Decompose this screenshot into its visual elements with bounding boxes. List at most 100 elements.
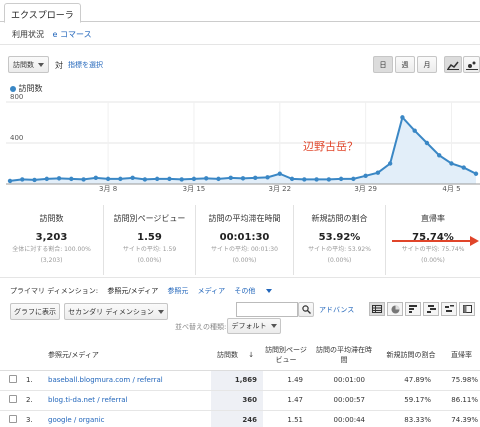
data-point: [302, 177, 307, 182]
divider: [0, 277, 480, 278]
data-point: [253, 175, 258, 181]
data-point: [228, 175, 233, 181]
stat-sub2: (0.00%): [421, 257, 445, 264]
stat-new-visits[interactable]: 新規訪問の割合 53.92% サイトの平均: 53.92% (0.00%): [294, 205, 386, 275]
period-week-button[interactable]: 週: [395, 56, 415, 73]
chevron-down-icon: [157, 309, 164, 314]
row-bounce-rate: 75.98%: [443, 370, 480, 391]
legend-label: 訪問数: [18, 84, 43, 93]
data-point: [338, 176, 344, 182]
header-avg-duration[interactable]: 訪問の平均滞在時間: [309, 340, 379, 371]
stat-sub1: サイトの平均: 00:01:30: [211, 246, 278, 253]
subnav-usage[interactable]: 利用状況: [12, 30, 44, 39]
row-source-link[interactable]: baseball.blogmura.com / referral: [48, 370, 211, 391]
motion-chart-icon[interactable]: [463, 56, 480, 73]
data-point: [216, 176, 221, 182]
table-row: 1. baseball.blogmura.com / referral 1,86…: [0, 370, 480, 391]
row-new-visits: 59.17%: [379, 390, 443, 411]
data-point: [326, 177, 332, 182]
chevron-down-icon: [270, 324, 277, 328]
data-point: [437, 153, 442, 158]
table-row: 3. google / organic 246 1.51 00:00:44 83…: [0, 410, 480, 427]
plot-rows-button[interactable]: グラフに表示: [10, 303, 60, 320]
row-pages-per-visit: 1.51: [263, 410, 309, 427]
stat-value: 53.92%: [318, 232, 361, 243]
stat-sub2: (3,203): [40, 257, 63, 264]
tab-explorer[interactable]: エクスプローラ: [4, 3, 81, 23]
stat-visits[interactable]: 訪問数 3,203 全体に対する割合: 100.00% (3,203): [0, 205, 104, 275]
data-table: 参照元/メディア 訪問数 ↓ 訪問別ページビュー 訪問の平均滞在時間 新規訪問の…: [0, 340, 480, 427]
performance-view-icon[interactable]: [405, 302, 421, 316]
data-point: [240, 176, 246, 181]
visits-chart: 800 400 3月 8 3月 15 3月 22 3月 29 4月 5: [6, 93, 480, 194]
stat-sub2: (0.00%): [327, 257, 352, 264]
header-new-visits[interactable]: 新規訪問の割合: [379, 340, 443, 371]
dimension-source-link[interactable]: 参照元: [167, 287, 188, 295]
stat-avg-duration[interactable]: 訪問の平均滞在時間 00:01:30 サイトの平均: 00:01:30 (0.0…: [196, 205, 294, 275]
header-pages-per-visit[interactable]: 訪問別ページビュー: [263, 340, 309, 371]
x-tick-label: 3月 22: [268, 185, 291, 193]
row-checkbox[interactable]: [9, 395, 17, 403]
stat-pages-per-visit[interactable]: 訪問別ページビュー 1.59 サイトの平均: 1.59 (0.00%): [104, 205, 196, 275]
row-source-link[interactable]: google / organic: [48, 410, 211, 427]
primary-dimension-label: プライマリ ディメンション:: [10, 287, 99, 295]
stat-value: 00:01:30: [219, 232, 270, 243]
advanced-filter-link[interactable]: アドバンス: [319, 305, 354, 315]
sort-type-dropdown[interactable]: デフォルト: [227, 318, 281, 334]
term-cloud-view-icon[interactable]: [441, 302, 457, 316]
sort-type-label: 並べ替えの種類:: [175, 323, 227, 331]
chevron-down-icon: [38, 62, 44, 67]
stat-value: 3,203: [35, 232, 68, 243]
row-checkbox[interactable]: [9, 415, 17, 423]
red-arrow-icon: [392, 236, 479, 246]
stat-label: 訪問数: [39, 214, 64, 223]
header-visits[interactable]: 訪問数 ↓: [211, 340, 263, 371]
search-icon[interactable]: [298, 302, 314, 317]
row-source-link[interactable]: blog.ti-da.net / referral: [48, 390, 211, 411]
secondary-dimension-dropdown[interactable]: セカンダリ ディメンション: [64, 303, 168, 320]
row-index: 3.: [26, 410, 48, 427]
cloud-glyph: [444, 305, 454, 312]
data-point: [142, 177, 148, 182]
pie-glyph: [391, 305, 399, 313]
data-point: [179, 177, 184, 182]
period-day-button[interactable]: 日: [373, 56, 393, 73]
stat-value: 1.59: [137, 232, 162, 243]
subnav-ecommerce[interactable]: e コマース: [53, 30, 92, 39]
row-checkbox-cell: [0, 370, 26, 391]
comparison-view-icon[interactable]: [423, 302, 439, 316]
row-checkbox[interactable]: [9, 375, 17, 383]
pivot-view-icon[interactable]: [459, 302, 475, 316]
row-new-visits: 47.89%: [379, 370, 443, 391]
data-point: [93, 175, 99, 181]
dimension-medium-link[interactable]: メディア: [198, 287, 226, 295]
header-spacer: [26, 340, 48, 371]
stat-sub2: (0.00%): [232, 257, 257, 264]
pie-view-icon[interactable]: [387, 302, 403, 316]
select-metric-link[interactable]: 指標を選択: [68, 60, 103, 70]
sort-type-value: デフォルト: [231, 322, 267, 330]
row-index: 1.: [26, 370, 48, 391]
vs-label: 対: [55, 61, 63, 70]
row-visits: 360: [211, 390, 263, 411]
y-tick-label: 400: [10, 134, 23, 142]
dimension-other-link[interactable]: その他: [234, 287, 279, 295]
data-point: [387, 161, 393, 166]
table-row: 2. blog.ti-da.net / referral 360 1.47 00…: [0, 390, 480, 411]
row-checkbox-cell: [0, 410, 26, 427]
period-month-button[interactable]: 月: [417, 56, 437, 73]
row-bounce-rate: 74.39%: [443, 410, 480, 427]
data-point: [69, 176, 74, 182]
stat-sub1: 全体に対する割合: 100.00%: [12, 246, 91, 253]
table-filter-input[interactable]: [236, 302, 298, 317]
metric-dropdown[interactable]: 訪問数: [8, 56, 49, 73]
header-bounce-rate[interactable]: 直帰率: [443, 340, 480, 371]
compare-glyph: [426, 305, 436, 313]
data-point: [265, 175, 270, 180]
line-chart-icon[interactable]: [444, 56, 462, 73]
legend-dot-icon: [10, 85, 16, 92]
header-source-medium[interactable]: 参照元/メディア: [48, 340, 211, 371]
table-view-icon[interactable]: [369, 302, 385, 316]
x-tick-label: 3月 15: [183, 185, 206, 193]
data-point: [81, 177, 86, 182]
